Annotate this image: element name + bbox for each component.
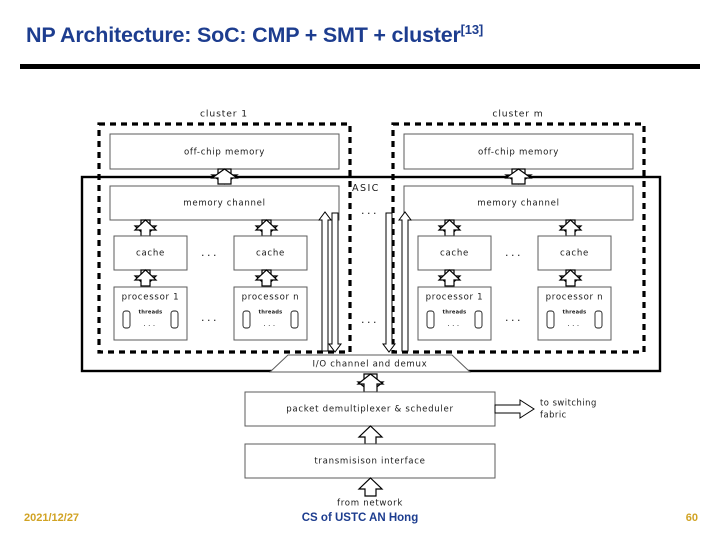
cluster-m-thread-glyph-right-b (594, 310, 603, 329)
cluster-1-processor-ellipsis: ... (201, 311, 219, 324)
cluster-1-io-down-arrow (328, 212, 342, 353)
architecture-diagram: ASIC ... ... cluster 1 off-chip memory m… (0, 0, 720, 540)
cluster-m-processor-right-label: processor n (546, 293, 604, 303)
asic-ellipsis: ... (361, 204, 379, 217)
cluster-m-thread-glyph-right-a (546, 310, 555, 329)
cluster-1-thread-glyph-right-a (242, 310, 251, 329)
cluster-m-memory-channel-label: memory channel (477, 199, 559, 209)
cluster-m-cache-link-arrow-right (558, 219, 583, 237)
cluster-m-off-chip-memory-label: off-chip memory (478, 148, 559, 158)
cluster-1-cache-link-arrow-right (254, 219, 279, 237)
asic-label: ASIC (352, 183, 380, 194)
cluster-m-threads-label-left: threads (443, 310, 467, 316)
cluster-1-thread-glyph-left-b (170, 310, 179, 329)
cluster-1-thread-glyph-right-b (290, 310, 299, 329)
cluster-1-io-up-arrow (318, 211, 332, 352)
cluster-1-thread-glyph-left-a (122, 310, 131, 329)
cluster-m-thread-glyph-left-b (474, 310, 483, 329)
cluster-ellipsis: ... (361, 313, 379, 326)
to-switching-fabric-label-line1: to switching (540, 398, 597, 408)
cluster-1-off-chip-memory-label: off-chip memory (184, 148, 265, 158)
cluster-m-processor-ellipsis: ... (505, 311, 523, 324)
cluster-1-label: cluster 1 (200, 109, 248, 120)
cluster-1-cache-ellipsis: ... (201, 246, 219, 259)
cluster-1-threads-ellipsis-left: ... (143, 320, 157, 328)
cluster-m-cache-right-label: cache (560, 249, 589, 259)
cluster-m-cache-link-arrow-left (437, 219, 462, 237)
cluster-1-processor-link-arrow-left (133, 269, 158, 287)
cluster-m-memory-link-arrow (504, 168, 533, 185)
cluster-m-cache-ellipsis: ... (505, 246, 523, 259)
cluster-m-label: cluster m (492, 109, 543, 120)
io-channel-label: I/O channel and demux (313, 360, 428, 370)
cluster-1-threads-label-left: threads (139, 310, 163, 316)
cluster-m-thread-glyph-left-a (426, 310, 435, 329)
cluster-1-processor-link-arrow-right (254, 269, 279, 287)
cluster-m-threads-label-right: threads (563, 310, 587, 316)
cluster-m-processor-link-arrow-right (558, 269, 583, 287)
cluster-m-threads-ellipsis-left: ... (447, 320, 461, 328)
footer-course-label: CS of USTC AN Hong (301, 512, 419, 524)
from-network-label: from network (337, 499, 403, 509)
cluster-m-cache-left-label: cache (440, 249, 469, 259)
cluster-1-cache-link-arrow-left (133, 219, 158, 237)
from-network-arrow (357, 477, 384, 497)
cluster-1-threads-ellipsis-right: ... (263, 320, 277, 328)
cluster-1-threads-label-right: threads (259, 310, 283, 316)
transmission-to-demux-arrow (357, 425, 384, 445)
to-switching-fabric-arrow (494, 399, 535, 419)
cluster-1-cache-left-label: cache (136, 249, 165, 259)
cluster-m-io-up-arrow (398, 211, 412, 352)
io-to-demux-arrow (356, 373, 385, 393)
cluster-1-memory-channel-label: memory channel (183, 199, 265, 209)
to-switching-fabric-label-line2: fabric (540, 410, 567, 420)
cluster-m-threads-ellipsis-right: ... (567, 320, 581, 328)
cluster-m-processor-link-arrow-left (437, 269, 462, 287)
cluster-1-processor-right-label: processor n (242, 293, 300, 303)
cluster-1-processor-left-label: processor 1 (122, 293, 180, 303)
cluster-1-cache-right-label: cache (256, 249, 285, 259)
packet-demultiplexer-label: packet demultiplexer & scheduler (286, 405, 453, 415)
cluster-m-processor-left-label: processor 1 (426, 293, 484, 303)
transmission-interface-label: transmisison interface (314, 457, 425, 467)
footer-page-number: 60 (685, 512, 698, 524)
cluster-1-memory-link-arrow (210, 168, 239, 185)
